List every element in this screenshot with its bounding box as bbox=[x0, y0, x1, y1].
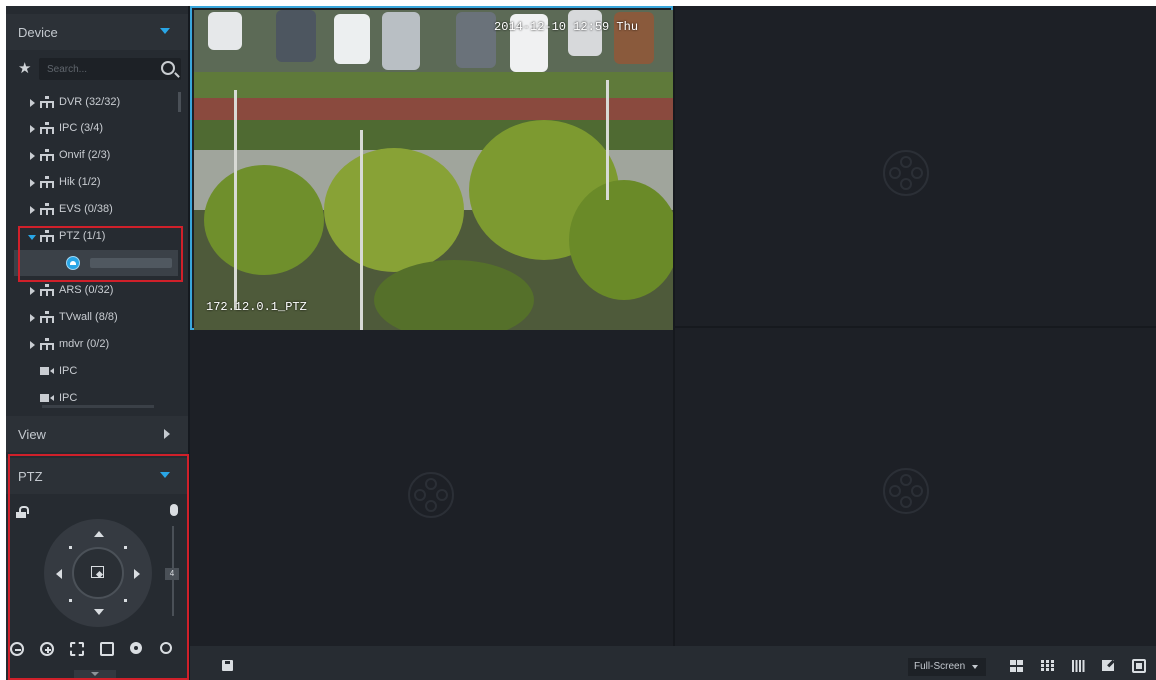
film-reel-icon bbox=[883, 150, 929, 196]
tree-item-ipc-device[interactable]: IPC bbox=[6, 359, 178, 385]
tree-item-label: EVS (0/38) bbox=[59, 203, 113, 215]
caret-right-icon[interactable] bbox=[30, 179, 35, 187]
layout-4-grid-icon[interactable] bbox=[1010, 660, 1023, 672]
network-group-icon bbox=[40, 338, 54, 350]
search-input[interactable] bbox=[47, 61, 157, 77]
live-video-feed[interactable]: 2014-12-10 12:59 Thu 172.12.0.1_PTZ bbox=[194, 10, 673, 330]
search-box bbox=[39, 58, 181, 80]
osd-timestamp: 2014-12-10 12:59 Thu bbox=[494, 20, 639, 34]
tree-scrollbar[interactable] bbox=[178, 92, 181, 112]
bottom-toolbar: Full-Screen bbox=[190, 646, 1156, 680]
device-panel-header[interactable]: Device bbox=[6, 14, 188, 50]
caret-right-icon[interactable] bbox=[30, 152, 35, 160]
caret-right-icon[interactable] bbox=[30, 125, 35, 133]
video-pane-1[interactable]: 2014-12-10 12:59 Thu 172.12.0.1_PTZ bbox=[190, 6, 673, 330]
tree-item-tvwall[interactable]: TVwall (8/8) bbox=[6, 305, 178, 331]
tree-item-evs[interactable]: EVS (0/38) bbox=[6, 197, 178, 223]
search-icon[interactable] bbox=[161, 61, 175, 75]
search-row: ★ bbox=[6, 58, 188, 80]
tree-item-label: IPC (3/4) bbox=[59, 122, 104, 134]
tree-item-label: IPC bbox=[59, 365, 78, 377]
film-reel-icon bbox=[408, 472, 454, 518]
layout-9-grid-icon[interactable] bbox=[1041, 660, 1054, 672]
network-group-icon bbox=[40, 203, 54, 215]
osd-channel-name: 172.12.0.1_PTZ bbox=[206, 300, 307, 314]
tree-item-label: Onvif (2/3) bbox=[59, 149, 111, 161]
network-group-icon bbox=[40, 176, 54, 188]
network-group-icon bbox=[40, 122, 54, 134]
tree-item-dvr[interactable]: DVR (32/32) bbox=[6, 90, 178, 116]
caret-right-icon[interactable] bbox=[30, 206, 35, 214]
highlight-ptz-panel bbox=[8, 454, 189, 680]
tree-item-label: DVR (32/32) bbox=[59, 96, 121, 108]
video-frame-image bbox=[194, 10, 673, 330]
tree-item-label: TVwall (8/8) bbox=[59, 311, 118, 323]
network-group-icon bbox=[40, 284, 54, 296]
tree-item-ipc-group[interactable]: IPC (3/4) bbox=[6, 116, 178, 142]
chevron-right-icon bbox=[164, 429, 170, 439]
tree-item-onvif[interactable]: Onvif (2/3) bbox=[6, 143, 178, 169]
tree-item-label: ARS (0/32) bbox=[59, 284, 114, 296]
video-pane-2[interactable] bbox=[675, 6, 1156, 326]
video-pane-4[interactable] bbox=[675, 328, 1156, 646]
tree-horizontal-scrollbar[interactable] bbox=[42, 405, 154, 408]
sidebar: Device ★ DVR (32/32) IPC (3/4) bbox=[6, 6, 189, 680]
network-group-icon bbox=[40, 149, 54, 161]
highlight-ptz-node bbox=[18, 226, 183, 282]
tree-item-label: Hik (1/2) bbox=[59, 176, 101, 188]
camera-icon bbox=[40, 394, 54, 402]
tree-item-mdvr[interactable]: mdvr (0/2) bbox=[6, 332, 178, 358]
layout-16-grid-icon[interactable] bbox=[1072, 660, 1085, 672]
film-reel-icon bbox=[883, 468, 929, 514]
view-panel-title: View bbox=[18, 427, 46, 442]
view-panel-header[interactable]: View bbox=[6, 416, 188, 452]
caret-right-icon[interactable] bbox=[30, 314, 35, 322]
chevron-down-icon bbox=[160, 28, 170, 34]
camera-icon bbox=[40, 367, 54, 375]
star-icon[interactable]: ★ bbox=[18, 59, 31, 77]
tree-item-label: mdvr (0/2) bbox=[59, 338, 110, 350]
save-icon[interactable] bbox=[222, 660, 233, 671]
dropdown-arrow-icon bbox=[972, 665, 978, 669]
tree-item-hik[interactable]: Hik (1/2) bbox=[6, 170, 178, 196]
video-pane-3[interactable] bbox=[190, 330, 673, 646]
device-panel-title: Device bbox=[18, 25, 58, 40]
edit-layout-icon[interactable] bbox=[1102, 660, 1114, 671]
caret-right-icon[interactable] bbox=[30, 287, 35, 295]
fullscreen-select[interactable]: Full-Screen bbox=[908, 658, 986, 676]
caret-right-icon[interactable] bbox=[30, 341, 35, 349]
tree-item-label: IPC bbox=[59, 392, 78, 404]
network-group-icon bbox=[40, 96, 54, 108]
app-window: Device ★ DVR (32/32) IPC (3/4) bbox=[6, 6, 1156, 680]
exit-fullscreen-icon[interactable] bbox=[1132, 659, 1146, 673]
caret-right-icon[interactable] bbox=[30, 99, 35, 107]
fullscreen-select-value: Full-Screen bbox=[914, 661, 966, 672]
video-grid: 2014-12-10 12:59 Thu 172.12.0.1_PTZ bbox=[190, 6, 1156, 646]
network-group-icon bbox=[40, 311, 54, 323]
